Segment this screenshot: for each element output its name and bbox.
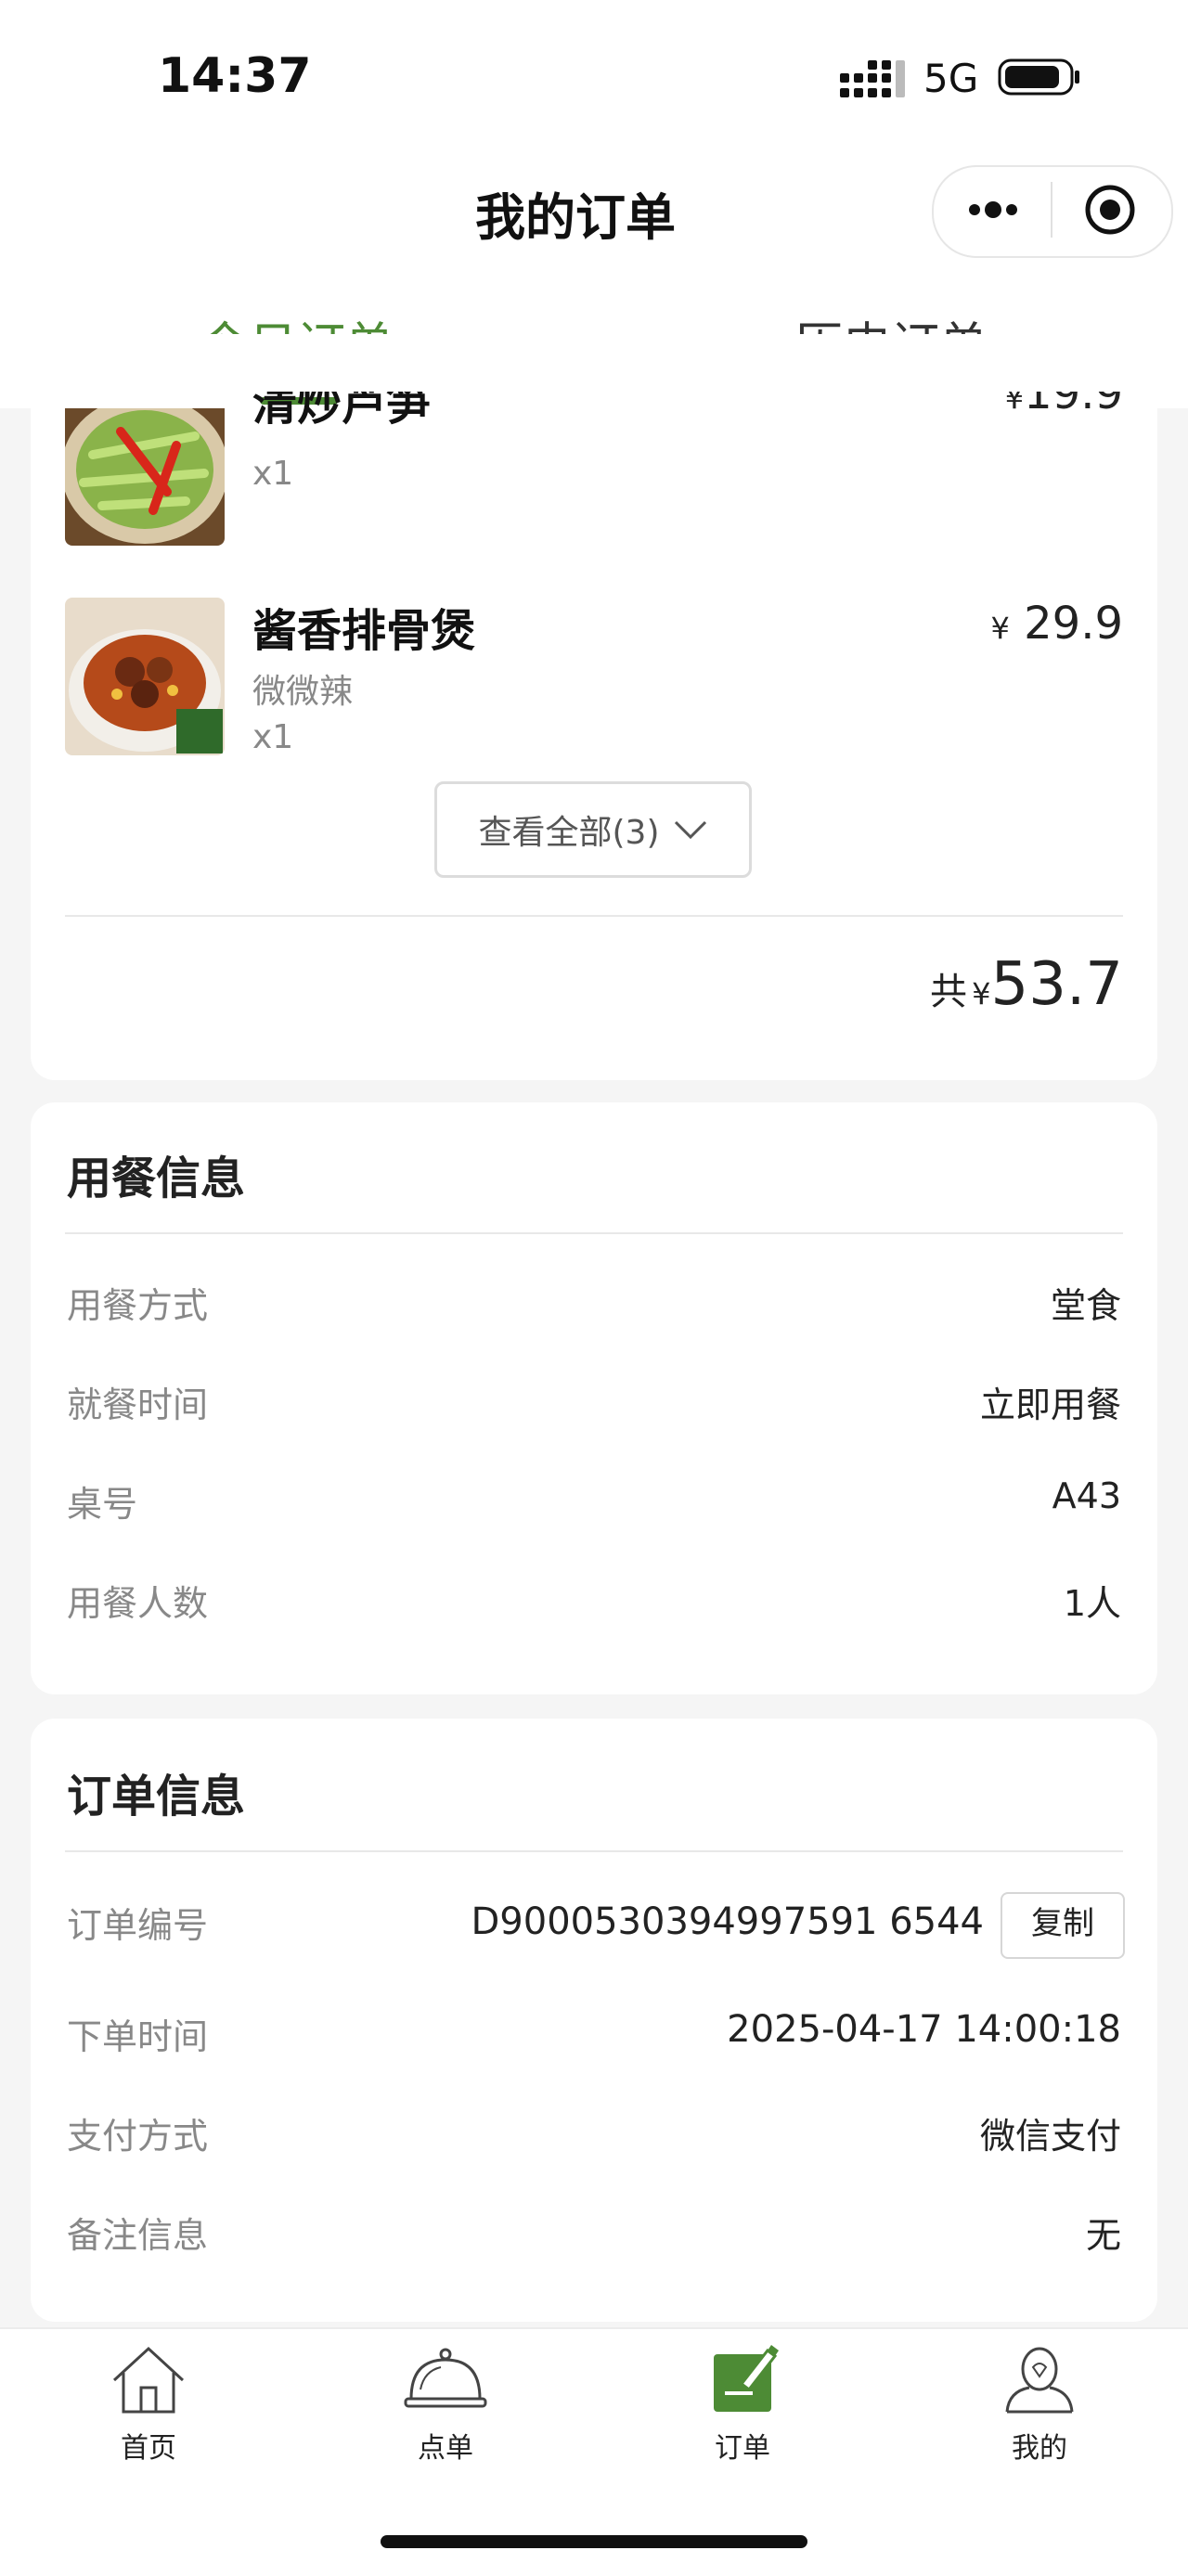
remark-value: 无 <box>1085 2215 1121 2256</box>
food-image-asparagus <box>65 390 225 546</box>
tabbar-label: 订单 <box>715 2432 770 2465</box>
order-note-icon <box>714 2345 779 2412</box>
cloche-icon <box>404 2348 487 2408</box>
home-icon <box>112 2346 185 2414</box>
divider <box>65 915 1123 917</box>
tabbar-label: 点单 <box>418 2432 473 2465</box>
total-prefix: 共 <box>930 971 968 1013</box>
home-indicator <box>381 2535 807 2548</box>
food-price: 29.9 <box>1024 598 1123 650</box>
food-price: 19.9 <box>1024 392 1123 419</box>
network-type: 5G <box>923 56 979 101</box>
profile-icon <box>1005 2347 1074 2414</box>
divider <box>65 1850 1123 1852</box>
info-label: 就餐时间 <box>67 1385 209 1425</box>
info-label: 订单编号 <box>67 1905 209 1946</box>
total-amount: 53.7 <box>990 950 1124 1019</box>
info-label: 下单时间 <box>67 2016 209 2057</box>
food-qty: x1 <box>252 718 294 756</box>
payment-method-value: 微信支付 <box>979 2116 1121 2157</box>
food-image-ribs <box>65 598 225 755</box>
tabbar-label: 我的 <box>1012 2432 1067 2465</box>
info-label: 备注信息 <box>67 2215 209 2256</box>
dining-method-value: 堂食 <box>1050 1285 1121 1326</box>
guest-count-value: 1人 <box>1063 1583 1121 1624</box>
tabbar-item-profile[interactable]: 我的 <box>975 2343 1104 2466</box>
currency-symbol: ¥ <box>1004 392 1025 416</box>
divider <box>65 1232 1123 1234</box>
table-number-value: A43 <box>1052 1475 1121 1516</box>
food-price-wrap: ¥ 29.9 <box>891 598 1124 650</box>
section-title: 订单信息 <box>67 1771 246 1823</box>
more-icon[interactable] <box>965 191 1021 228</box>
tabbar-item-orders[interactable]: 订单 <box>678 2343 807 2466</box>
chevron-down-icon <box>674 820 706 840</box>
food-spec: 微微辣 <box>252 673 354 711</box>
info-label: 桌号 <box>67 1484 138 1525</box>
close-mini-program-icon[interactable] <box>1082 182 1138 238</box>
view-all-label: 查看全部(3) <box>478 814 660 852</box>
order-number-value: D9000530394997591 6544 <box>471 1900 985 1943</box>
status-time: 14:37 <box>158 48 312 104</box>
tabbar-label: 首页 <box>121 2432 176 2465</box>
copy-button[interactable]: 复制 <box>1001 1892 1125 1959</box>
capsule-divider <box>1051 182 1052 238</box>
tabbar-item-menu[interactable]: 点单 <box>381 2343 510 2466</box>
info-label: 支付方式 <box>67 2116 209 2157</box>
order-total: 共 ¥53.7 <box>742 950 1123 1019</box>
dining-time-value: 立即用餐 <box>979 1385 1121 1425</box>
tabbar-item-home[interactable]: 首页 <box>84 2343 213 2466</box>
view-all-button[interactable]: 查看全部(3) <box>434 781 752 878</box>
info-label: 用餐人数 <box>67 1583 209 1624</box>
item-1-price-clip: ¥19.9 <box>928 392 1123 438</box>
battery-icon <box>998 58 1079 96</box>
food-qty: x1 <box>252 455 294 493</box>
order-time-value: 2025-04-17 14:00:18 <box>727 2008 1121 2051</box>
currency-symbol: ¥ <box>972 976 991 1011</box>
info-label: 用餐方式 <box>67 1285 209 1326</box>
currency-symbol: ¥ <box>990 611 1010 646</box>
section-title: 用餐信息 <box>67 1153 246 1204</box>
food-name: 酱香排骨煲 <box>252 605 476 657</box>
signal-icon <box>840 60 905 97</box>
